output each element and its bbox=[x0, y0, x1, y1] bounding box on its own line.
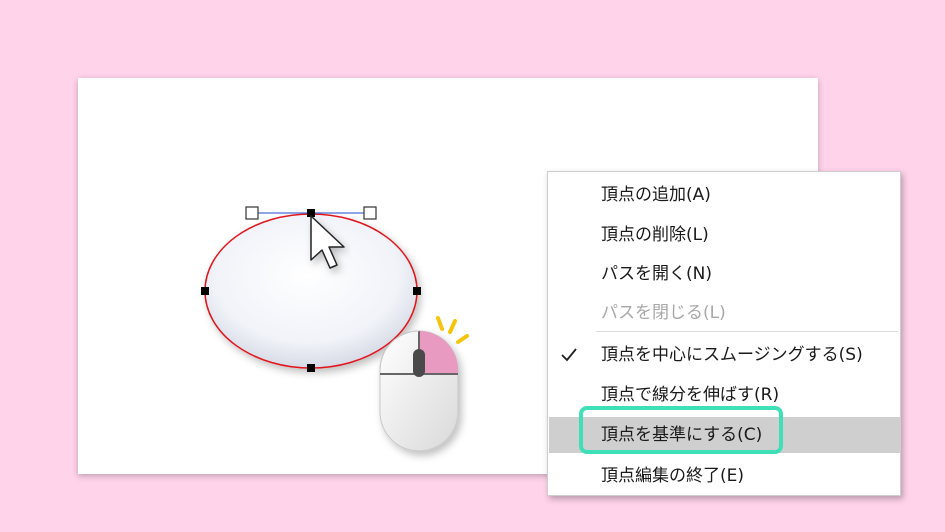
menu-item-add-vertex[interactable]: 頂点の追加(A) bbox=[549, 180, 900, 210]
menu-separator bbox=[596, 331, 898, 332]
menu-item-label: 頂点を基準にする(C) bbox=[601, 425, 763, 445]
menu-item-straight-point[interactable]: 頂点で線分を伸ばす(R) bbox=[549, 380, 900, 410]
menu-item-corner-point[interactable]: 頂点を基準にする(C) bbox=[549, 417, 900, 453]
menu-item-delete-vertex[interactable]: 頂点の削除(L) bbox=[549, 220, 900, 250]
menu-item-open-path[interactable]: パスを開く(N) bbox=[549, 259, 900, 289]
menu-item-exit-edit-points[interactable]: 頂点編集の終了(E) bbox=[549, 461, 900, 491]
context-menu: 頂点の追加(A) 頂点の削除(L) パスを開く(N) パスを閉じる(L) 頂点を… bbox=[547, 171, 901, 496]
bezier-handle-left[interactable] bbox=[245, 206, 259, 220]
bezier-handle-right[interactable] bbox=[363, 206, 377, 220]
menu-item-label: パスを閉じる(L) bbox=[601, 303, 726, 323]
menu-item-close-path: パスを閉じる(L) bbox=[549, 298, 900, 328]
menu-item-smooth-point[interactable]: 頂点を中心にスムージングする(S) bbox=[549, 340, 900, 370]
menu-item-label: 頂点の削除(L) bbox=[601, 225, 709, 245]
menu-item-label: 頂点の追加(A) bbox=[601, 185, 711, 205]
vertex-point-right[interactable] bbox=[413, 287, 421, 295]
menu-item-label: パスを開く(N) bbox=[601, 264, 712, 284]
vertex-point-left[interactable] bbox=[201, 287, 209, 295]
menu-item-label: 頂点編集の終了(E) bbox=[601, 466, 745, 486]
menu-item-label: 頂点で線分を伸ばす(R) bbox=[601, 385, 780, 405]
mouse-right-click-icon bbox=[379, 330, 459, 452]
menu-item-label: 頂点を中心にスムージングする(S) bbox=[601, 345, 863, 365]
vertex-point-bottom[interactable] bbox=[307, 364, 315, 372]
check-icon bbox=[561, 348, 577, 362]
